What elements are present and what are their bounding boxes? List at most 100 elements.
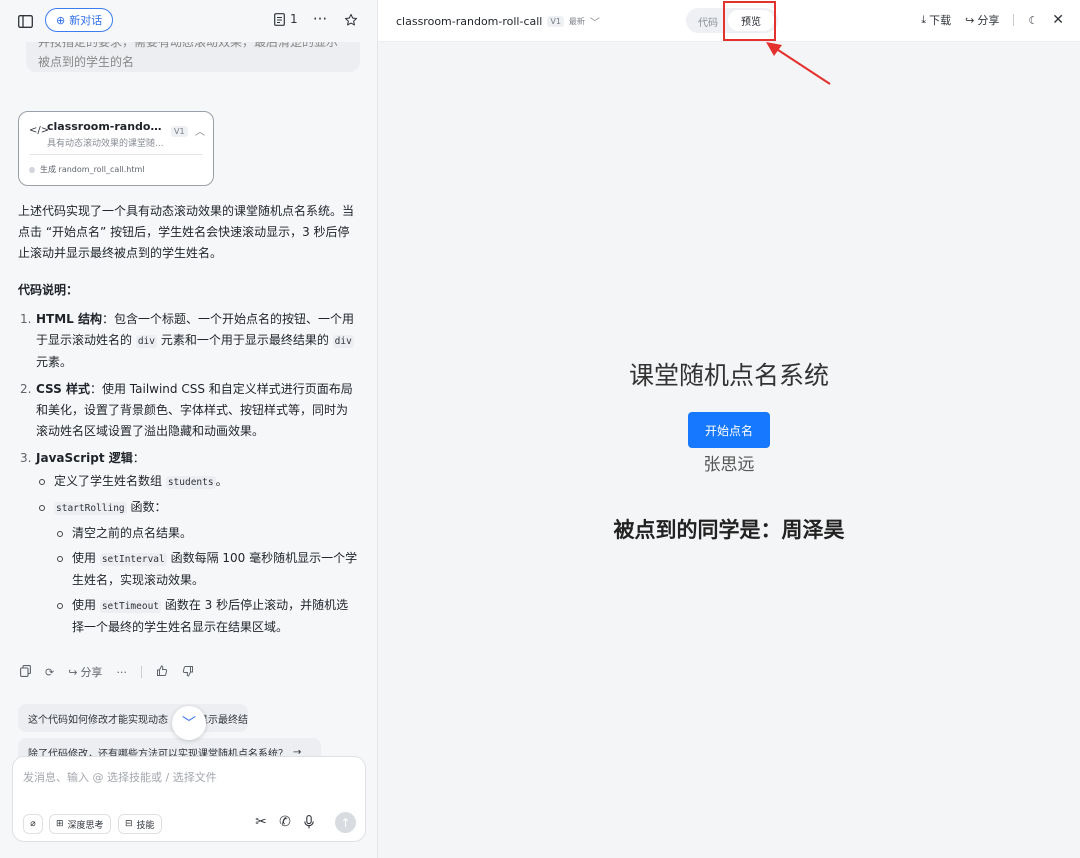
list-number: 3. <box>20 451 32 465</box>
skills-label: 技能 <box>136 820 155 831</box>
deep-think-toggle[interactable]: ⊞ 深度思考 <box>49 814 111 834</box>
artifact-file-title: classroom-random-roll-call <box>396 15 543 28</box>
start-roll-call-button[interactable]: 开始点名 <box>688 412 770 448</box>
nested-list-item: 使用 setTimeout 函数在 3 秒后停止滚动，并随机选择一个最终的学生姓… <box>54 595 358 638</box>
document-icon <box>274 12 285 26</box>
chevron-down-icon: ﹀ <box>182 716 196 732</box>
divider <box>1013 14 1015 26</box>
nested-item-text: 使用 <box>72 551 100 565</box>
inline-code: setTimeout <box>99 600 162 613</box>
artifact-subtitle: 具有动态滚动效果的课堂随... <box>47 139 164 149</box>
inline-code: div <box>135 335 157 348</box>
sub-item-text: 。 <box>215 474 228 488</box>
thumbs-up-icon[interactable] <box>156 664 168 680</box>
scissors-icon[interactable]: ✂ <box>254 814 268 830</box>
microphone-icon[interactable] <box>302 815 316 829</box>
nested-item-text: 使用 <box>72 598 100 612</box>
favorite-star-icon[interactable] <box>342 11 360 29</box>
suggested-question[interactable]: 这个代码如何修改才能实现动态 显示最终结果？ → <box>18 704 248 732</box>
list-item: 2. CSS 样式：使用 Tailwind CSS 和自定义样式进行页面布局和美… <box>18 379 358 442</box>
annotation-arrow <box>766 42 831 85</box>
sub-list-item: 定义了学生姓名数组 students。 <box>36 471 358 493</box>
dark-mode-icon[interactable]: ☾ <box>1028 14 1038 27</box>
new-chat-label: 新对话 <box>69 14 103 27</box>
explanation-list: 1. HTML 结构：包含一个标题、一个开始点名的按钮、一个用于显示滚动姓名的 … <box>18 309 358 638</box>
download-label: 下载 <box>929 14 952 27</box>
documents-button[interactable]: 1 <box>274 12 298 26</box>
assistant-answer: 上述代码实现了一个具有动态滚动效果的课堂随机点名系统。当点击 “开始点名” 按钮… <box>18 201 358 644</box>
sub-item-text: 函数： <box>126 500 167 514</box>
artifact-actions: ⤓ 下载 ↪ 分享 ☾ ✕ <box>921 12 1064 28</box>
artifact-card[interactable]: </> classroom-random-rol... 具有动态滚动效果的课堂随… <box>18 111 214 186</box>
sub-list-item: startRolling 函数： 清空之前的点名结果。 使用 setInterv… <box>36 497 358 638</box>
more-options-icon[interactable]: ··· <box>311 10 329 28</box>
download-button[interactable]: ⤓ 下载 <box>921 12 951 28</box>
send-button[interactable]: ↑ <box>335 812 356 833</box>
arrow-up-icon: ↑ <box>340 815 351 830</box>
scroll-to-bottom-button[interactable]: ﹀ <box>172 706 206 740</box>
phone-icon[interactable]: ✆ <box>278 814 292 830</box>
more-actions-icon[interactable]: ··· <box>116 666 127 679</box>
divider <box>140 666 142 678</box>
chevron-up-icon[interactable]: ︿ <box>195 123 205 138</box>
list-item-label: CSS 样式 <box>36 382 90 396</box>
answer-heading: 代码说明： <box>18 283 79 297</box>
list-item-label: JavaScript 逻辑 <box>36 451 133 465</box>
share-label: 分享 <box>977 14 1000 27</box>
document-count: 1 <box>290 12 298 26</box>
download-icon: ⤓ <box>921 13 927 26</box>
skills-icon: ⊟ <box>125 819 133 829</box>
attach-file-button[interactable]: ⌀ <box>23 814 43 834</box>
inline-code: startRolling <box>54 502 127 515</box>
share-artifact-button[interactable]: ↪ 分享 <box>965 12 999 28</box>
skills-button[interactable]: ⊟ 技能 <box>118 814 162 834</box>
thumbs-down-icon[interactable] <box>182 665 194 680</box>
paperclip-icon: ⌀ <box>30 819 36 829</box>
suggestion-text: 这个代码如何修改才能实现动态 <box>28 714 168 726</box>
annotation-highlight-box <box>723 1 776 41</box>
answer-intro: 上述代码实现了一个具有动态滚动效果的课堂随机点名系统。当点击 “开始点名” 按钮… <box>18 204 355 260</box>
inline-code: div <box>332 335 354 348</box>
artifact-divider <box>29 154 203 155</box>
artifact-panel: classroom-random-roll-call V1 最新 ﹀ 代码 预览… <box>378 0 1080 858</box>
share-icon: ↪ <box>965 13 975 27</box>
regenerate-icon[interactable]: ⟳ <box>45 666 54 679</box>
nested-item-text: 清空之前的点名结果。 <box>72 526 193 540</box>
list-item: 1. HTML 结构：包含一个标题、一个开始点名的按钮、一个用于显示滚动姓名的 … <box>18 309 358 373</box>
rolling-name: 张思远 <box>703 455 755 475</box>
inline-code: setInterval <box>99 553 167 566</box>
composer-placeholder[interactable]: 发消息、输入 @ 选择技能或 / 选择文件 <box>23 769 217 785</box>
list-item-text: ： <box>132 451 145 465</box>
preview-canvas: 课堂随机点名系统 开始点名 张思远 被点到的同学是：周泽昊 <box>378 42 1080 858</box>
artifact-step: 生成 random_roll_call.html <box>29 164 145 175</box>
artifact-title-group[interactable]: classroom-random-roll-call V1 最新 ﹀ <box>396 14 600 29</box>
message-composer[interactable]: 发消息、输入 @ 选择技能或 / 选择文件 ⌀ ⊞ 深度思考 ⊟ 技能 ✂ ✆ … <box>12 756 366 842</box>
copy-icon[interactable] <box>20 664 31 680</box>
close-icon[interactable]: ✕ <box>1052 12 1064 28</box>
nested-list-item: 清空之前的点名结果。 <box>54 523 358 544</box>
step-status-dot <box>29 166 35 173</box>
nested-list-item: 使用 setInterval 函数每隔 100 毫秒随机显示一个学生姓名，实现滚… <box>54 548 358 591</box>
preview-title: 课堂随机点名系统 <box>628 361 829 390</box>
nested-sub-list: 清空之前的点名结果。 使用 setInterval 函数每隔 100 毫秒随机显… <box>54 523 358 638</box>
tab-code[interactable]: 代码 <box>698 14 718 29</box>
chevron-down-icon: ﹀ <box>589 18 600 29</box>
list-number: 2. <box>20 382 32 396</box>
artifact-version-badge: V1 <box>171 126 188 137</box>
share-label: 分享 <box>80 666 103 679</box>
sub-list: 定义了学生姓名数组 students。 startRolling 函数： 清空之… <box>36 471 358 638</box>
list-item-label: HTML 结构 <box>36 312 102 326</box>
sidebar-toggle-icon[interactable] <box>16 12 34 30</box>
plus-icon: ⊕ <box>56 13 66 27</box>
list-item-text: 元素。 <box>36 355 73 369</box>
share-message-button[interactable]: ↪ 分享 <box>68 664 102 680</box>
artifact-step-label: 生成 random_roll_call.html <box>40 165 145 174</box>
inline-code: students <box>165 476 216 489</box>
version-badge: V1 <box>547 16 564 27</box>
list-number: 1. <box>20 312 32 326</box>
chat-panel: 并按指定的要求，需要有动态滚动效果，最后清楚的显示被点到的学生的名 字 ⊕ 新对… <box>0 0 378 858</box>
new-chat-button[interactable]: ⊕ 新对话 <box>45 8 114 32</box>
latest-label: 最新 <box>568 17 585 26</box>
message-actions: ⟳ ↪ 分享 ··· <box>20 664 194 680</box>
list-item: 3. JavaScript 逻辑： 定义了学生姓名数组 students。 st… <box>18 448 358 638</box>
